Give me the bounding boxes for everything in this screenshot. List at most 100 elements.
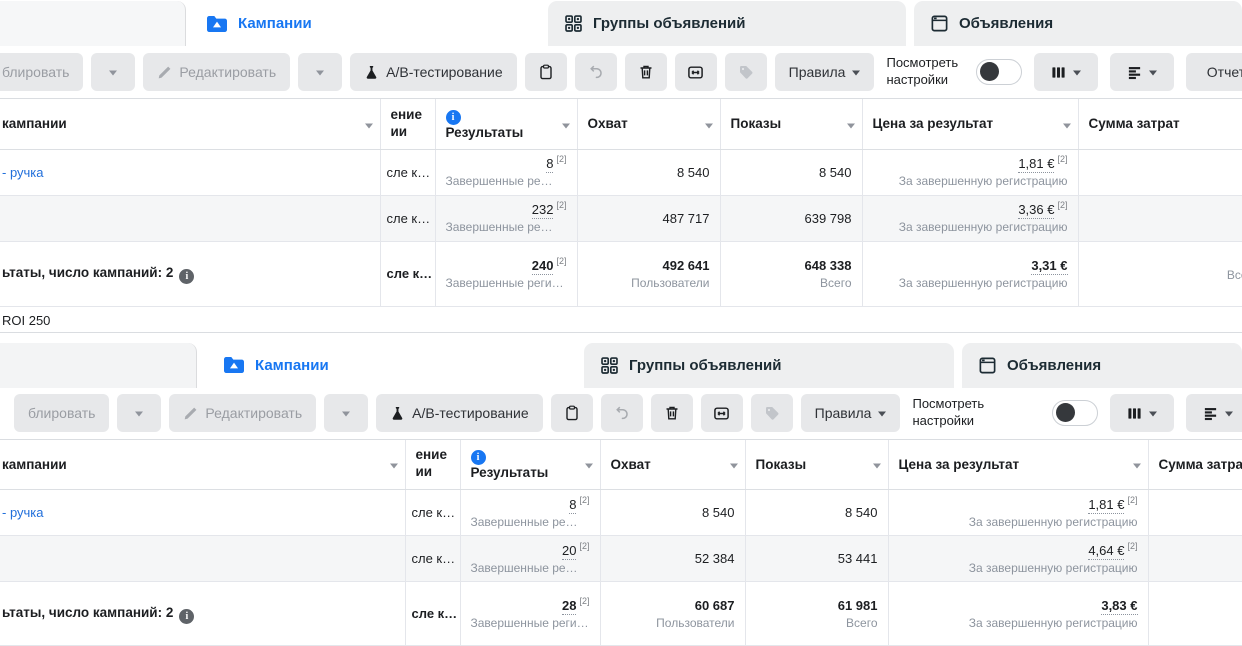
tag-button[interactable] — [751, 394, 793, 432]
tab-adsets[interactable]: Группы объявлений — [548, 1, 906, 46]
preview-button[interactable] — [701, 394, 743, 432]
tag-button[interactable] — [725, 53, 767, 91]
duplicate-label: блировать — [28, 405, 95, 421]
ab-test-button[interactable]: А/В-тестирование — [350, 53, 516, 91]
spent-cell — [1148, 490, 1242, 536]
view-settings-link[interactable]: Посмотреть настройки — [912, 396, 984, 430]
view-settings-line2: настройки — [886, 72, 958, 89]
attribution-cell: сле к… — [405, 582, 460, 646]
chevron-down-icon — [342, 411, 350, 420]
view-settings-line1: Посмотреть — [886, 55, 958, 72]
columns-button[interactable] — [1034, 53, 1098, 91]
table-row[interactable]: - ручка сле к… 8[2] Завершенные ре… 8 54… — [0, 490, 1242, 536]
col-campaign-name[interactable]: кампании — [0, 440, 405, 490]
toggle-knob-icon — [1056, 403, 1075, 422]
roi-footer-text: ROI 250 — [0, 307, 1242, 333]
delete-button[interactable] — [625, 53, 667, 91]
tab-ads[interactable]: Объявления — [962, 343, 1242, 388]
col-reach[interactable]: Охват — [600, 440, 745, 490]
edit-button[interactable]: Редактировать — [169, 394, 316, 432]
preview-button[interactable] — [675, 53, 717, 91]
edit-menu-button[interactable] — [298, 53, 342, 91]
tag-icon — [764, 405, 780, 421]
rules-button[interactable]: Правила — [775, 53, 875, 91]
col-cost-per-result[interactable]: Цена за результат — [862, 99, 1078, 149]
reports-button[interactable]: Отчеты — [1186, 53, 1242, 91]
view-settings-link[interactable]: Посмотреть настройки — [886, 55, 958, 89]
sort-caret-icon[interactable] — [1133, 464, 1141, 473]
totals-label: ьтаты, число кампаний: 2i — [0, 582, 405, 646]
tab-stub-left[interactable] — [0, 1, 186, 46]
duplicate-menu-button[interactable] — [117, 394, 161, 432]
breakdown-button[interactable] — [1186, 394, 1242, 432]
delete-button[interactable] — [651, 394, 693, 432]
tab-ads[interactable]: Объявления — [914, 1, 1242, 46]
box-arrows-icon — [687, 64, 704, 81]
sort-caret-icon[interactable] — [873, 464, 881, 473]
ab-test-button[interactable]: А/В-тестирование — [376, 394, 542, 432]
col-amount-spent[interactable]: Сумма затрат — [1078, 99, 1242, 149]
campaign-name-link[interactable]: - ручка — [0, 149, 380, 195]
undo-button[interactable] — [575, 53, 617, 91]
preview-toggle[interactable] — [976, 59, 1022, 85]
info-circle-icon[interactable]: i — [179, 269, 194, 284]
info-circle-icon[interactable]: i — [446, 110, 461, 125]
tab-campaigns[interactable]: Кампании — [207, 343, 578, 388]
sort-caret-icon[interactable] — [847, 123, 855, 132]
col-cost-per-result[interactable]: Цена за результат — [888, 440, 1148, 490]
col-campaign-name[interactable]: кампании — [0, 99, 380, 149]
chevron-down-icon — [852, 70, 860, 79]
paste-button[interactable] — [525, 53, 567, 91]
breakdown-button[interactable] — [1110, 53, 1174, 91]
chevron-down-icon — [1149, 70, 1157, 79]
results-cell: 8[2] Завершенные ре… — [435, 149, 577, 195]
cpr-cell: 1,81 €[2] За завершенную регистрацию — [888, 490, 1148, 536]
rules-label: Правила — [815, 405, 872, 421]
col-attribution[interactable]: ение ии — [405, 440, 460, 490]
col-results[interactable]: i Результаты — [435, 99, 577, 149]
impressions-cell: 8 540 — [745, 490, 888, 536]
table-row[interactable]: - ручка сле к… 8[2] Завершенные ре… 8 54… — [0, 149, 1242, 195]
spent-cell — [1148, 582, 1242, 646]
col-reach[interactable]: Охват — [577, 99, 720, 149]
table-row[interactable]: сле к… 20[2] Завершенные ре… 52 384 53 4… — [0, 536, 1242, 582]
duplicate-button[interactable]: блировать — [0, 53, 83, 91]
campaign-name-link[interactable]: - ручка — [0, 490, 405, 536]
sort-caret-icon[interactable] — [562, 123, 570, 132]
panel-gap — [0, 333, 1242, 342]
col-attribution[interactable]: ение ии — [380, 99, 435, 149]
preview-toggle[interactable] — [1052, 400, 1098, 426]
edit-button[interactable]: Редактировать — [143, 53, 290, 91]
attribution-cell: сле к… — [380, 195, 435, 241]
table-row[interactable]: сле к… 232[2] Завершенные ре… 487 717 63… — [0, 195, 1242, 241]
undo-button[interactable] — [601, 394, 643, 432]
col-amount-spent[interactable]: Сумма затрат — [1148, 440, 1242, 490]
spent-cell — [1078, 195, 1242, 241]
sort-caret-icon[interactable] — [390, 464, 398, 473]
col-results[interactable]: i Результаты — [460, 440, 600, 490]
tab-stub-left[interactable] — [0, 343, 197, 388]
sort-caret-icon[interactable] — [585, 464, 593, 473]
spent-cell — [1148, 536, 1242, 582]
duplicate-button[interactable]: блировать — [14, 394, 109, 432]
duplicate-menu-button[interactable] — [91, 53, 135, 91]
tab-adsets[interactable]: Группы объявлений — [584, 343, 954, 388]
col-impressions[interactable]: Показы — [720, 99, 862, 149]
edit-menu-button[interactable] — [324, 394, 368, 432]
undo-arrow-icon — [588, 64, 604, 80]
info-circle-icon[interactable]: i — [179, 609, 194, 624]
rules-button[interactable]: Правила — [801, 394, 901, 432]
sort-caret-icon[interactable] — [365, 123, 373, 132]
tab-ads-label: Объявления — [959, 15, 1053, 32]
col-impressions[interactable]: Показы — [745, 440, 888, 490]
rules-label: Правила — [789, 64, 846, 80]
paste-button[interactable] — [551, 394, 593, 432]
sort-caret-icon[interactable] — [730, 464, 738, 473]
columns-button[interactable] — [1110, 394, 1174, 432]
trash-icon — [664, 405, 680, 421]
sort-caret-icon[interactable] — [1063, 123, 1071, 132]
sort-caret-icon[interactable] — [705, 123, 713, 132]
tab-campaigns[interactable]: Кампании — [190, 1, 546, 46]
campaign-name-cell — [0, 536, 405, 582]
info-circle-icon[interactable]: i — [471, 450, 486, 465]
